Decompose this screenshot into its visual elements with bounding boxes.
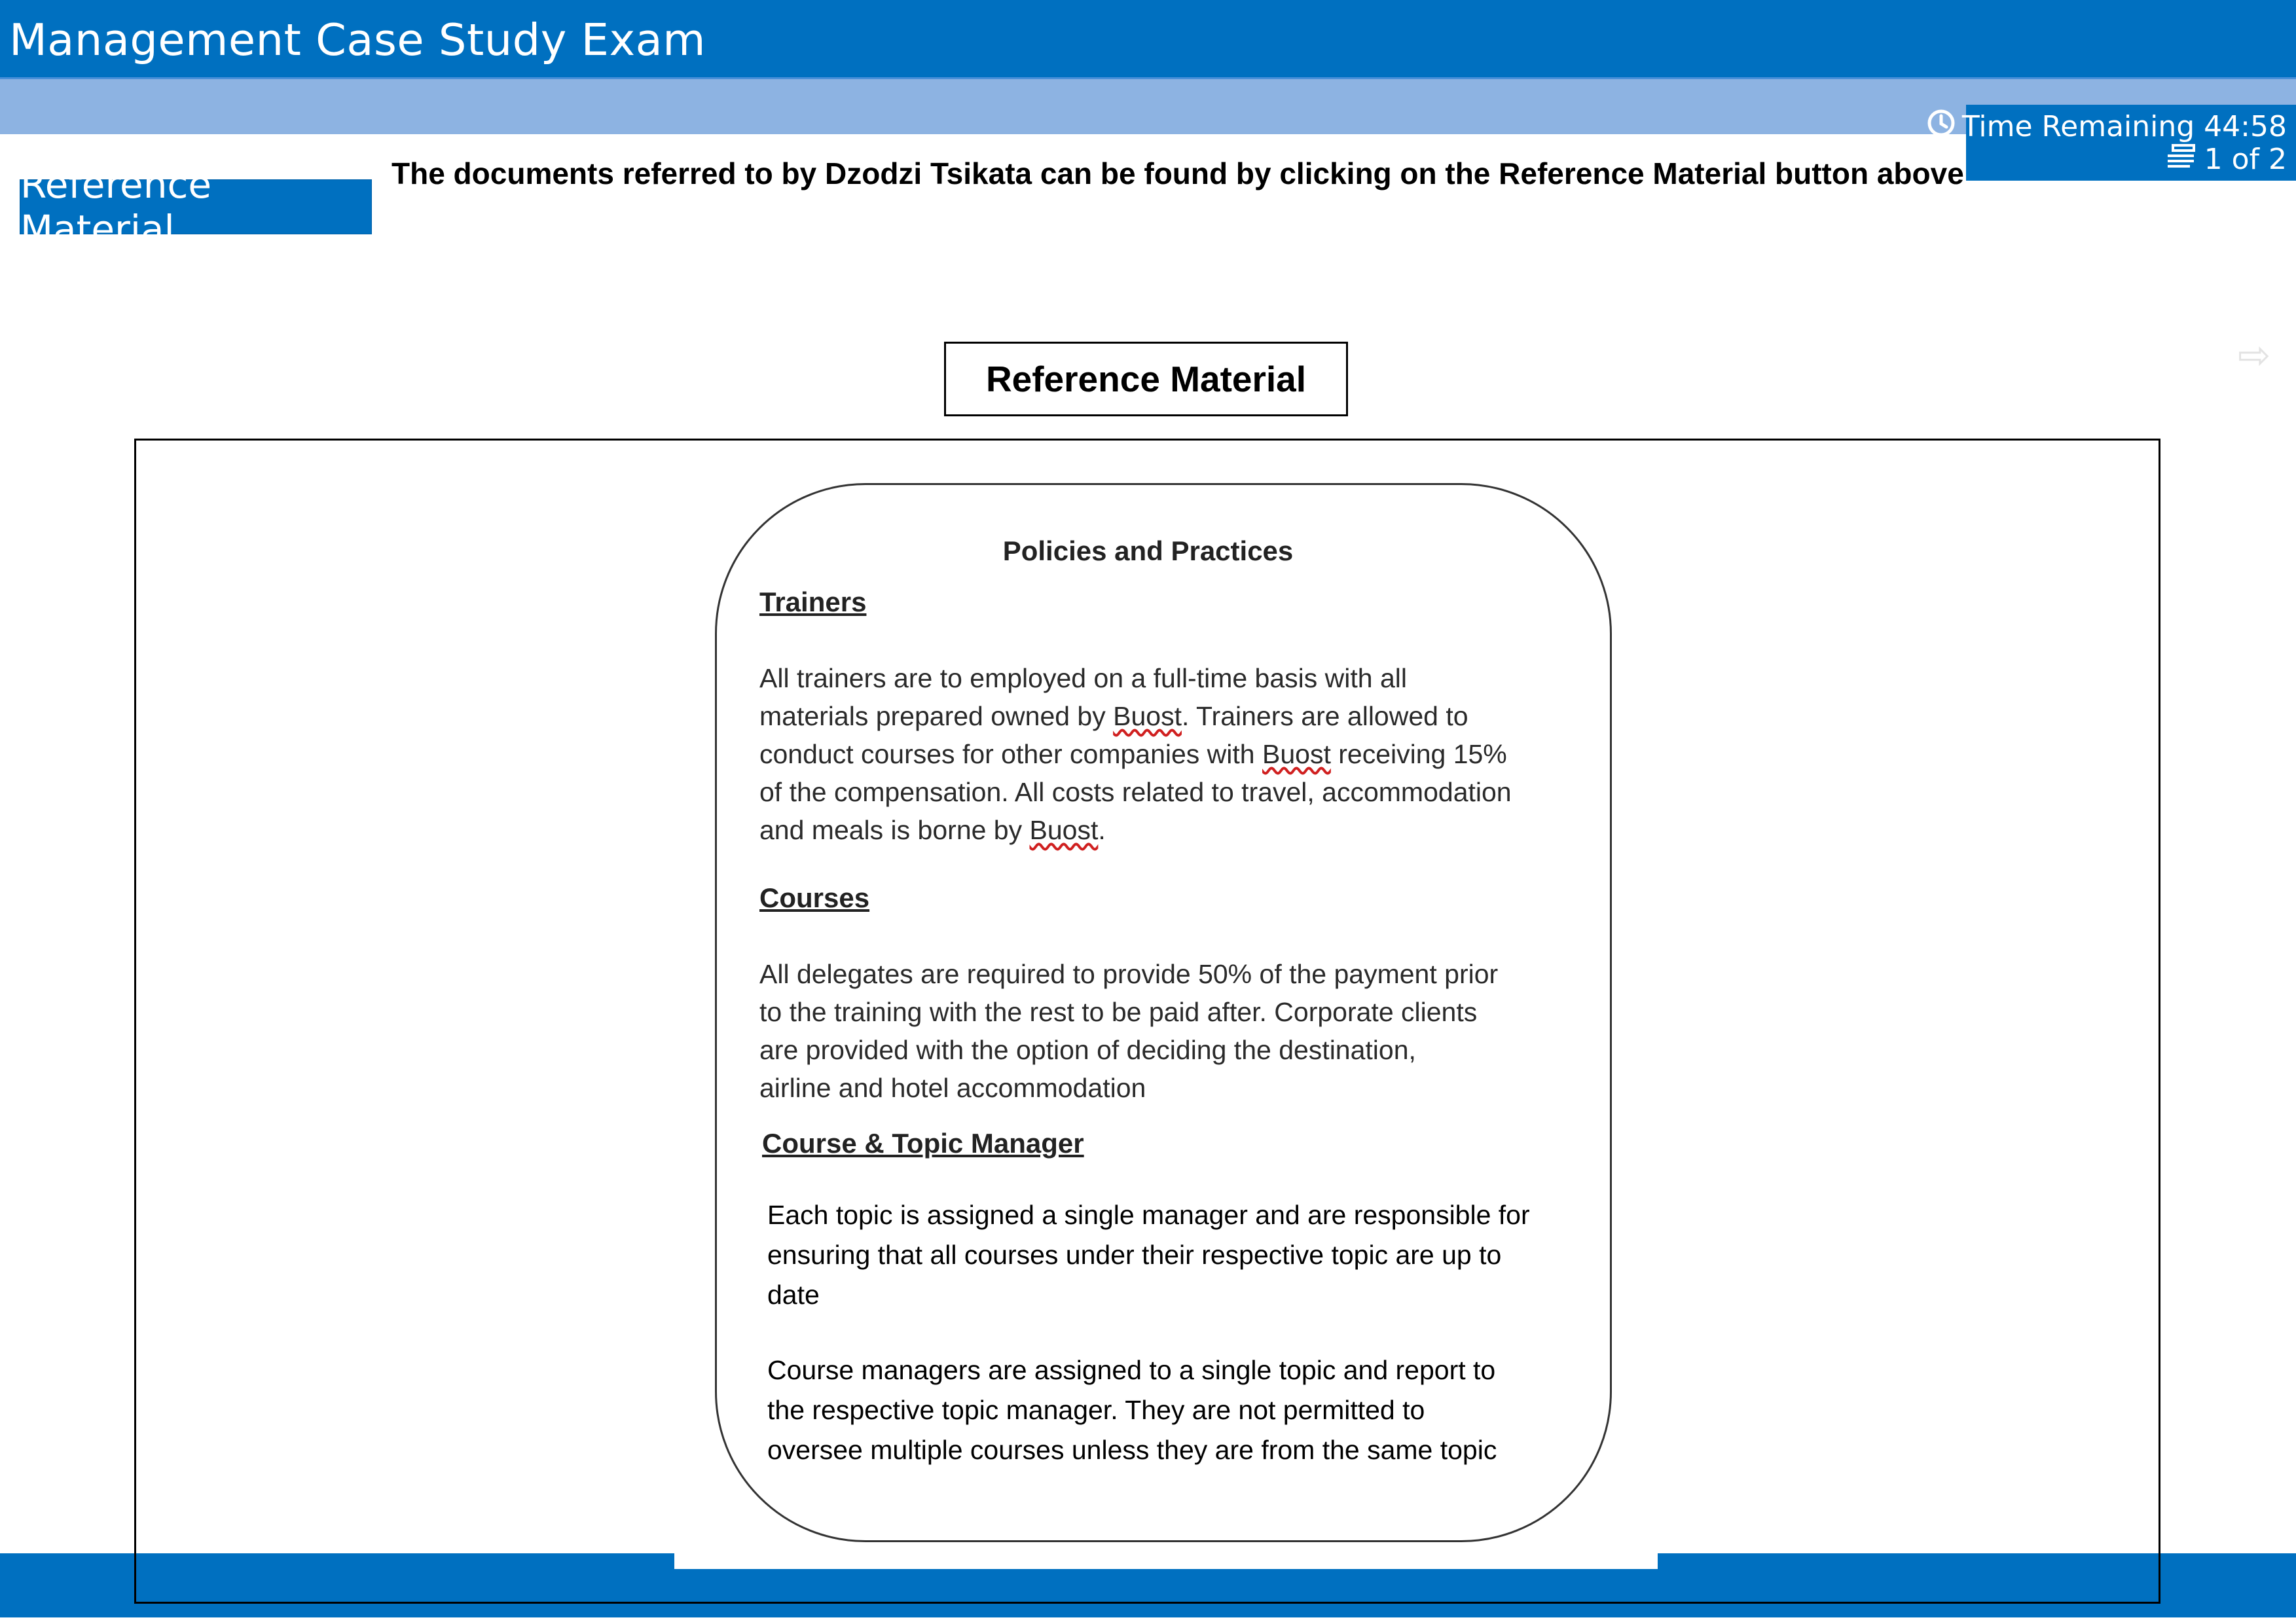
- section-heading-trainers: Trainers: [759, 586, 867, 617]
- text-line: Course managers are assigned to a single…: [767, 1355, 1496, 1385]
- app-title: Management Case Study Exam: [9, 14, 706, 65]
- footer-gap: [674, 1553, 1658, 1569]
- card-title: Policies and Practices: [1002, 535, 1294, 566]
- text-line: ensuring that all courses under their re…: [767, 1240, 1502, 1270]
- time-remaining: Time Remaining 44:58: [1927, 109, 2287, 145]
- frame-right-border: [2159, 1553, 2160, 1604]
- text-line: to the training with the rest to be paid…: [759, 997, 1478, 1027]
- spellcheck-word: Buost: [1113, 701, 1182, 731]
- next-arrow-icon[interactable]: ⇨: [2238, 333, 2270, 378]
- timer-panel: Time Remaining 44:58 1 of 2: [1927, 105, 2296, 181]
- spellcheck-word: Buost: [1029, 815, 1099, 845]
- courses-paragraph: All delegates are required to provide 50…: [759, 955, 1498, 1107]
- reference-title: Reference Material: [944, 342, 1348, 416]
- pages-icon: [2164, 143, 2198, 176]
- text-line: are provided with the option of deciding…: [759, 1035, 1416, 1065]
- time-remaining-label: Time Remaining 44:58: [1961, 110, 2287, 143]
- text-line: airline and hotel accommodation: [759, 1073, 1146, 1103]
- page-indicator: 1 of 2: [2164, 143, 2287, 176]
- spellcheck-word: Buost: [1262, 739, 1331, 769]
- instruction-text: The documents referred to by Dzodzi Tsik…: [392, 156, 1964, 190]
- text-line: All trainers are to employed on a full-t…: [759, 663, 1407, 693]
- topic-manager-paragraph: Each topic is assigned a single manager …: [767, 1195, 1530, 1315]
- frame-left-border: [134, 1553, 136, 1604]
- text-line: oversee multiple courses unless they are…: [767, 1435, 1497, 1465]
- text-line: All delegates are required to provide 50…: [759, 959, 1499, 989]
- trainers-paragraph: All trainers are to employed on a full-t…: [759, 659, 1512, 849]
- text-line: materials prepared owned by Buost. Train…: [759, 701, 1468, 731]
- title-bar: Management Case Study Exam: [0, 0, 2296, 79]
- text-line: of the compensation. All costs related t…: [759, 777, 1512, 807]
- course-manager-paragraph: Course managers are assigned to a single…: [767, 1350, 1497, 1470]
- text-line: the respective topic manager. They are n…: [767, 1395, 1425, 1425]
- clock-icon: [1927, 109, 1956, 145]
- text-line: date: [767, 1280, 820, 1310]
- page-indicator-label: 1 of 2: [2204, 143, 2287, 176]
- section-heading-courses: Courses: [759, 882, 870, 913]
- text-line: and meals is borne by Buost.: [759, 815, 1106, 845]
- text-line: Each topic is assigned a single manager …: [767, 1200, 1530, 1230]
- section-heading-course-topic-manager: Course & Topic Manager: [762, 1128, 1084, 1159]
- reference-material-button[interactable]: Reference Material: [20, 162, 372, 251]
- frame-bottom-border: [134, 1602, 2160, 1604]
- text-line: conduct courses for other companies with…: [759, 739, 1507, 769]
